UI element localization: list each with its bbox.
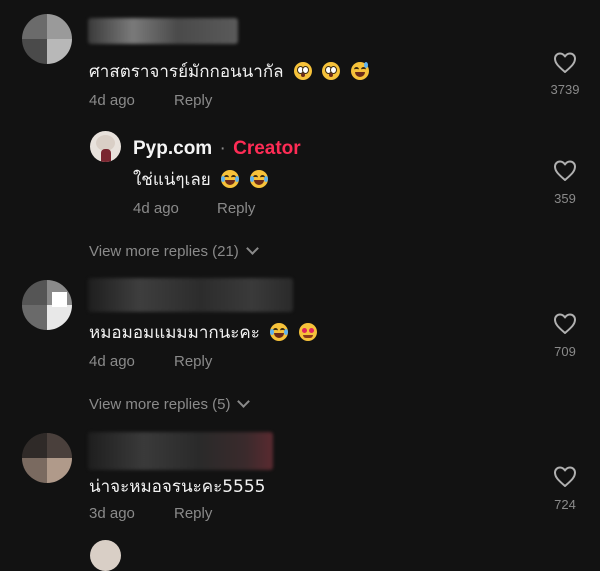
- comment-text: ศาสตราจารย์มักกอนนากัล: [89, 58, 369, 85]
- comment-timestamp: 4d ago: [89, 353, 135, 370]
- blurred-username: [88, 18, 238, 44]
- comment-timestamp: 3d ago: [89, 505, 135, 522]
- reply-avatar[interactable]: [90, 540, 121, 571]
- like-count: 709: [554, 344, 576, 359]
- separator-dot: ·: [219, 138, 226, 159]
- tears-of-joy-emoji: [270, 323, 289, 341]
- comment-text: ใช่แน่ๆเลย: [133, 166, 268, 193]
- blurred-username: [88, 278, 293, 312]
- heart-outline-icon[interactable]: [553, 466, 577, 488]
- grinning-sweat-emoji: [350, 62, 369, 80]
- creator-avatar[interactable]: [90, 131, 121, 162]
- chevron-down-icon: [237, 395, 251, 408]
- tears-of-joy-emoji: [249, 170, 268, 188]
- heart-outline-icon[interactable]: [553, 52, 577, 74]
- commenter-avatar[interactable]: [22, 433, 72, 483]
- comment-timestamp: 4d ago: [133, 200, 179, 217]
- reply-button[interactable]: Reply: [217, 200, 255, 217]
- view-more-replies-button[interactable]: View more replies (21): [89, 242, 259, 260]
- heart-outline-icon[interactable]: [553, 160, 577, 182]
- view-more-replies-button[interactable]: View more replies (5): [89, 395, 251, 413]
- like-count: 724: [554, 497, 576, 512]
- blurred-username: [88, 432, 273, 470]
- flushed-face-emoji: [293, 62, 312, 80]
- reply-header: Pyp.com · Creator: [133, 138, 301, 160]
- author-name[interactable]: Pyp.com: [133, 138, 212, 159]
- commenter-avatar[interactable]: [22, 14, 72, 64]
- comment-text: หมอมอมแมมมากนะคะ: [89, 319, 317, 346]
- smiling-hearts-emoji: [298, 323, 317, 341]
- reply-button[interactable]: Reply: [174, 92, 212, 109]
- flushed-face-emoji: [322, 62, 341, 80]
- reply-button[interactable]: Reply: [174, 353, 212, 370]
- reply-button[interactable]: Reply: [174, 505, 212, 522]
- comment-text: น่าจะหมอจรนะคะ5555: [89, 477, 266, 497]
- chevron-down-icon: [245, 242, 259, 255]
- creator-badge: Creator: [233, 138, 301, 159]
- like-count: 359: [554, 191, 576, 206]
- commenter-avatar[interactable]: [22, 280, 72, 330]
- tears-of-joy-emoji: [221, 170, 240, 188]
- like-count: 3739: [550, 82, 580, 97]
- comment-timestamp: 4d ago: [89, 92, 135, 109]
- heart-outline-icon[interactable]: [553, 313, 577, 335]
